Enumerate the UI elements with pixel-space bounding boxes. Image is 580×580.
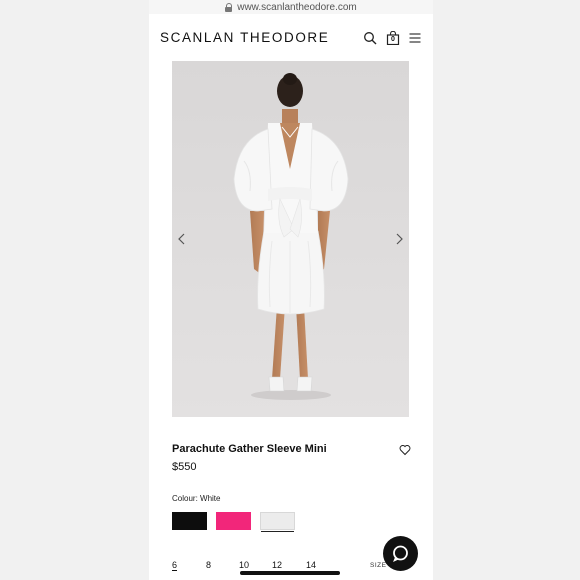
colour-swatch-black[interactable]: [172, 512, 207, 530]
bag-count: 0: [391, 36, 395, 43]
heart-icon: [399, 445, 411, 456]
size-option-12[interactable]: 12: [272, 560, 282, 570]
lock-icon: [225, 2, 233, 12]
bag-icon[interactable]: 0: [386, 31, 400, 45]
home-indicator[interactable]: [240, 571, 340, 575]
phone-screen: www.scanlantheodore.com SCANLAN THEODORE…: [149, 0, 433, 580]
gallery-next-arrow[interactable]: [392, 232, 406, 246]
chevron-right-icon: [396, 233, 403, 245]
search-icon[interactable]: [363, 31, 377, 45]
chat-icon: [393, 545, 408, 562]
colour-swatch-white[interactable]: [260, 512, 295, 532]
size-option-8[interactable]: 8: [206, 560, 211, 570]
left-background: [0, 0, 149, 580]
size-option-10[interactable]: 10: [239, 560, 249, 570]
brand-logo[interactable]: SCANLAN THEODORE: [160, 30, 329, 45]
colour-swatch-pink[interactable]: [216, 512, 251, 530]
product-image-gallery[interactable]: [172, 61, 409, 417]
site-header: SCANLAN THEODORE 0: [149, 24, 433, 52]
size-option-6[interactable]: 6: [172, 560, 178, 571]
browser-url-bar[interactable]: www.scanlantheodore.com: [149, 0, 433, 14]
product-image: [172, 61, 409, 417]
colour-label: Colour: White: [172, 494, 221, 503]
gallery-prev-arrow[interactable]: [175, 232, 189, 246]
right-background: [433, 0, 580, 580]
size-option-14[interactable]: 14: [306, 560, 316, 570]
wishlist-button[interactable]: [399, 443, 411, 456]
chevron-left-icon: [178, 233, 185, 245]
product-price: $550: [172, 461, 197, 473]
url-text: www.scanlantheodore.com: [237, 1, 357, 13]
menu-icon[interactable]: [408, 31, 422, 45]
chat-button[interactable]: [383, 536, 418, 571]
product-name: Parachute Gather Sleeve Mini: [172, 443, 327, 455]
